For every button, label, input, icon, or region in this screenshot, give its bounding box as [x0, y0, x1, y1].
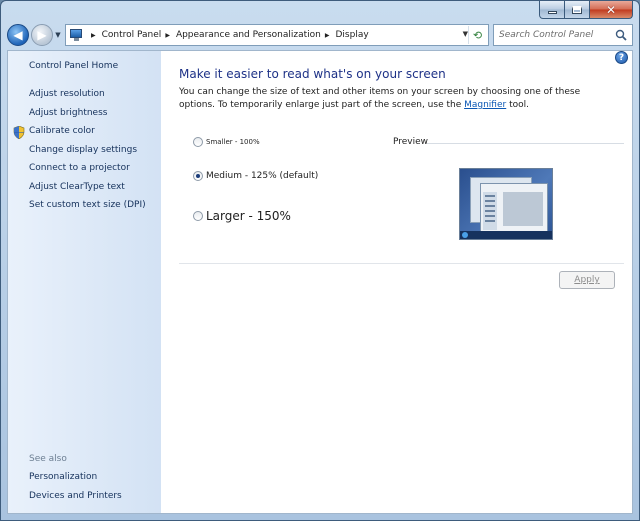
maximize-button[interactable]	[565, 1, 590, 19]
section-divider	[179, 263, 624, 264]
sidebar-link-custom-text-size[interactable]: Set custom text size (DPI)	[29, 200, 146, 210]
option-larger-label: Larger - 150%	[206, 209, 291, 223]
sidebar-link-devices-printers[interactable]: Devices and Printers	[29, 491, 122, 501]
breadcrumb-control-panel[interactable]: Control Panel	[102, 30, 162, 40]
sidebar-link-control-panel-home[interactable]: Control Panel Home	[29, 61, 118, 71]
preview-divider	[427, 143, 624, 144]
search-icon[interactable]	[615, 29, 627, 41]
help-icon[interactable]: ?	[615, 51, 628, 64]
option-medium[interactable]: Medium - 125% (default)	[193, 171, 318, 181]
option-medium-label: Medium - 125% (default)	[206, 171, 319, 181]
sidebar-link-personalization[interactable]: Personalization	[29, 472, 97, 482]
refresh-icon[interactable]: ⟲	[468, 26, 486, 44]
sidebar-link-adjust-resolution[interactable]: Adjust resolution	[29, 89, 105, 99]
minimize-button[interactable]	[539, 1, 565, 19]
breadcrumb-appearance[interactable]: Appearance and Personalization	[176, 30, 321, 40]
page-title: Make it easier to read what's on your sc…	[179, 67, 446, 81]
sidebar-link-adjust-brightness[interactable]: Adjust brightness	[29, 108, 107, 118]
sidebar-link-connect-projector[interactable]: Connect to a projector	[29, 163, 130, 173]
arrow-left-icon: ◀	[13, 28, 23, 42]
minimize-icon	[547, 11, 557, 14]
page-description: You can change the size of text and othe…	[179, 86, 599, 112]
content-area: Control Panel Home Adjust resolution Adj…	[7, 50, 633, 514]
preview-image	[459, 168, 553, 240]
search-box[interactable]	[493, 24, 633, 46]
arrow-right-icon: ▶	[37, 28, 47, 42]
chevron-down-icon: ▼	[55, 31, 61, 39]
sidebar-link-adjust-cleartype[interactable]: Adjust ClearType text	[29, 182, 125, 192]
apply-button[interactable]: Apply	[559, 271, 615, 289]
option-smaller-label: Smaller - 100%	[206, 138, 260, 146]
display-window: ✕ ◀ ▶ ▼ ▶ Control Panel ▶ Appearance and…	[0, 0, 640, 521]
uac-shield-icon	[13, 126, 25, 139]
option-larger[interactable]: Larger - 150%	[193, 209, 291, 223]
recent-pages-dropdown[interactable]: ▼	[53, 24, 63, 46]
close-button[interactable]: ✕	[590, 1, 633, 19]
control-panel-icon	[70, 29, 84, 41]
preview-label: Preview	[393, 137, 429, 147]
option-smaller[interactable]: Smaller - 100%	[193, 137, 260, 147]
breadcrumb-separator-icon[interactable]: ▶	[325, 32, 330, 39]
navigation-bar: ◀ ▶ ▼ ▶ Control Panel ▶ Appearance and P…	[7, 23, 633, 47]
search-input[interactable]	[494, 30, 632, 40]
radio-smaller[interactable]	[193, 137, 203, 147]
description-text-end: tool.	[506, 100, 529, 110]
close-icon: ✕	[605, 2, 617, 17]
breadcrumb-display[interactable]: Display	[336, 30, 369, 40]
sidebar-link-change-display-settings[interactable]: Change display settings	[29, 145, 137, 155]
magnifier-link[interactable]: Magnifier	[464, 100, 506, 110]
back-button[interactable]: ◀	[7, 24, 29, 46]
address-bar[interactable]: ▶ Control Panel ▶ Appearance and Persona…	[65, 24, 489, 46]
radio-larger[interactable]	[193, 211, 203, 221]
sidebar-link-calibrate-color[interactable]: Calibrate color	[29, 126, 95, 136]
maximize-icon	[572, 5, 582, 14]
caption-buttons: ✕	[539, 1, 633, 19]
breadcrumb-separator-icon[interactable]: ▶	[91, 32, 96, 39]
radio-medium[interactable]	[193, 171, 203, 181]
task-pane: Control Panel Home Adjust resolution Adj…	[8, 51, 161, 513]
see-also-label: See also	[29, 454, 67, 464]
main-panel: ? Make it easier to read what's on your …	[161, 51, 632, 513]
breadcrumb-separator-icon[interactable]: ▶	[165, 32, 170, 39]
forward-button[interactable]: ▶	[31, 24, 53, 46]
